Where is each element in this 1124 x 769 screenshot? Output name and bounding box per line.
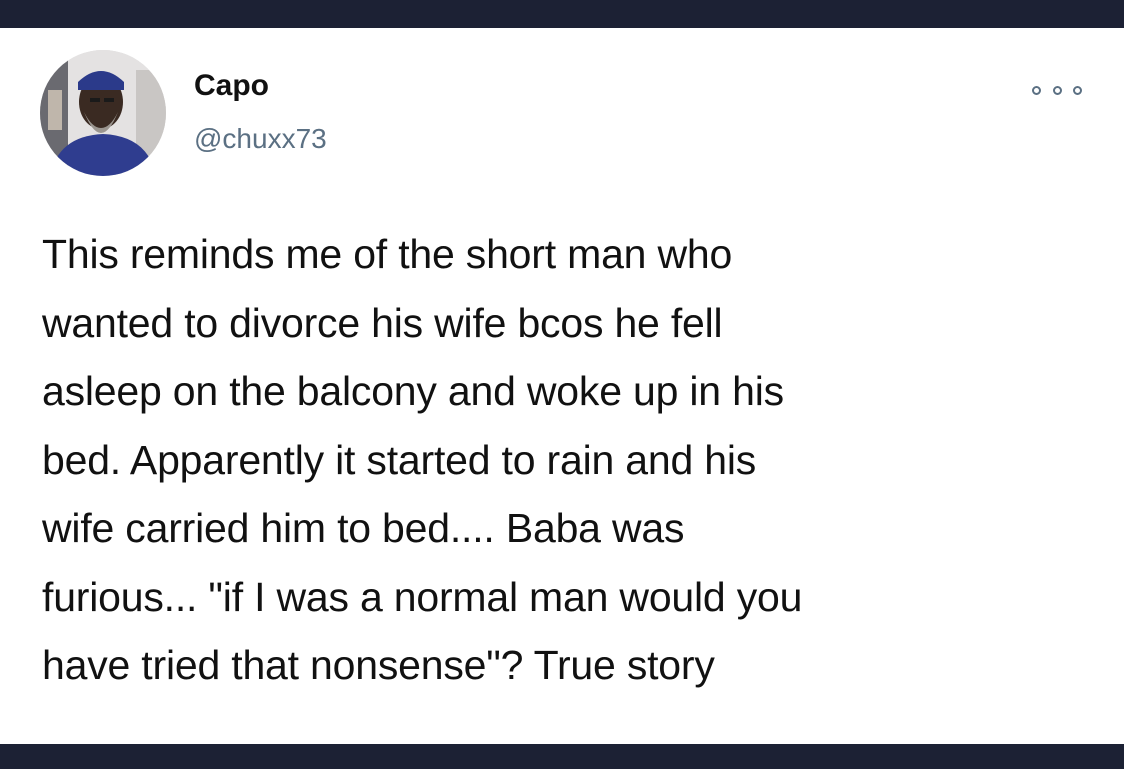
author-display-name[interactable]: Capo: [194, 68, 269, 104]
tweet-text-line: wife carried him to bed.... Baba was: [42, 505, 685, 551]
tweet-text: This reminds me of the short man who wan…: [42, 220, 1102, 700]
tweet-text-line: furious... "if I was a normal man would …: [42, 573, 803, 620]
top-frame-bar: [0, 0, 1124, 28]
avatar-image: [40, 50, 166, 176]
tweet-text-line: have tried that nonsense"? True story: [42, 642, 715, 688]
tweet-text-line: This reminds me of the short man who: [42, 231, 733, 277]
tweet-text-line: wanted to divorce his wife bcos he fell: [42, 299, 723, 346]
tweet-text-line: asleep on the balcony and woke up in his: [42, 368, 784, 414]
tweet-card: Capo @chuxx73 This reminds me of the sho…: [0, 28, 1124, 744]
more-options-icon: [1032, 85, 1041, 95]
more-options-icon: [1052, 85, 1062, 95]
more-options-icon: [1073, 85, 1082, 95]
bottom-frame-bar: [0, 744, 1124, 769]
author-handle[interactable]: @chuxx73: [194, 122, 327, 156]
more-options-button[interactable]: [1032, 80, 1082, 100]
tweet-text-line: bed. Apparently it started to rain and h…: [42, 436, 757, 483]
avatar[interactable]: [40, 50, 166, 176]
